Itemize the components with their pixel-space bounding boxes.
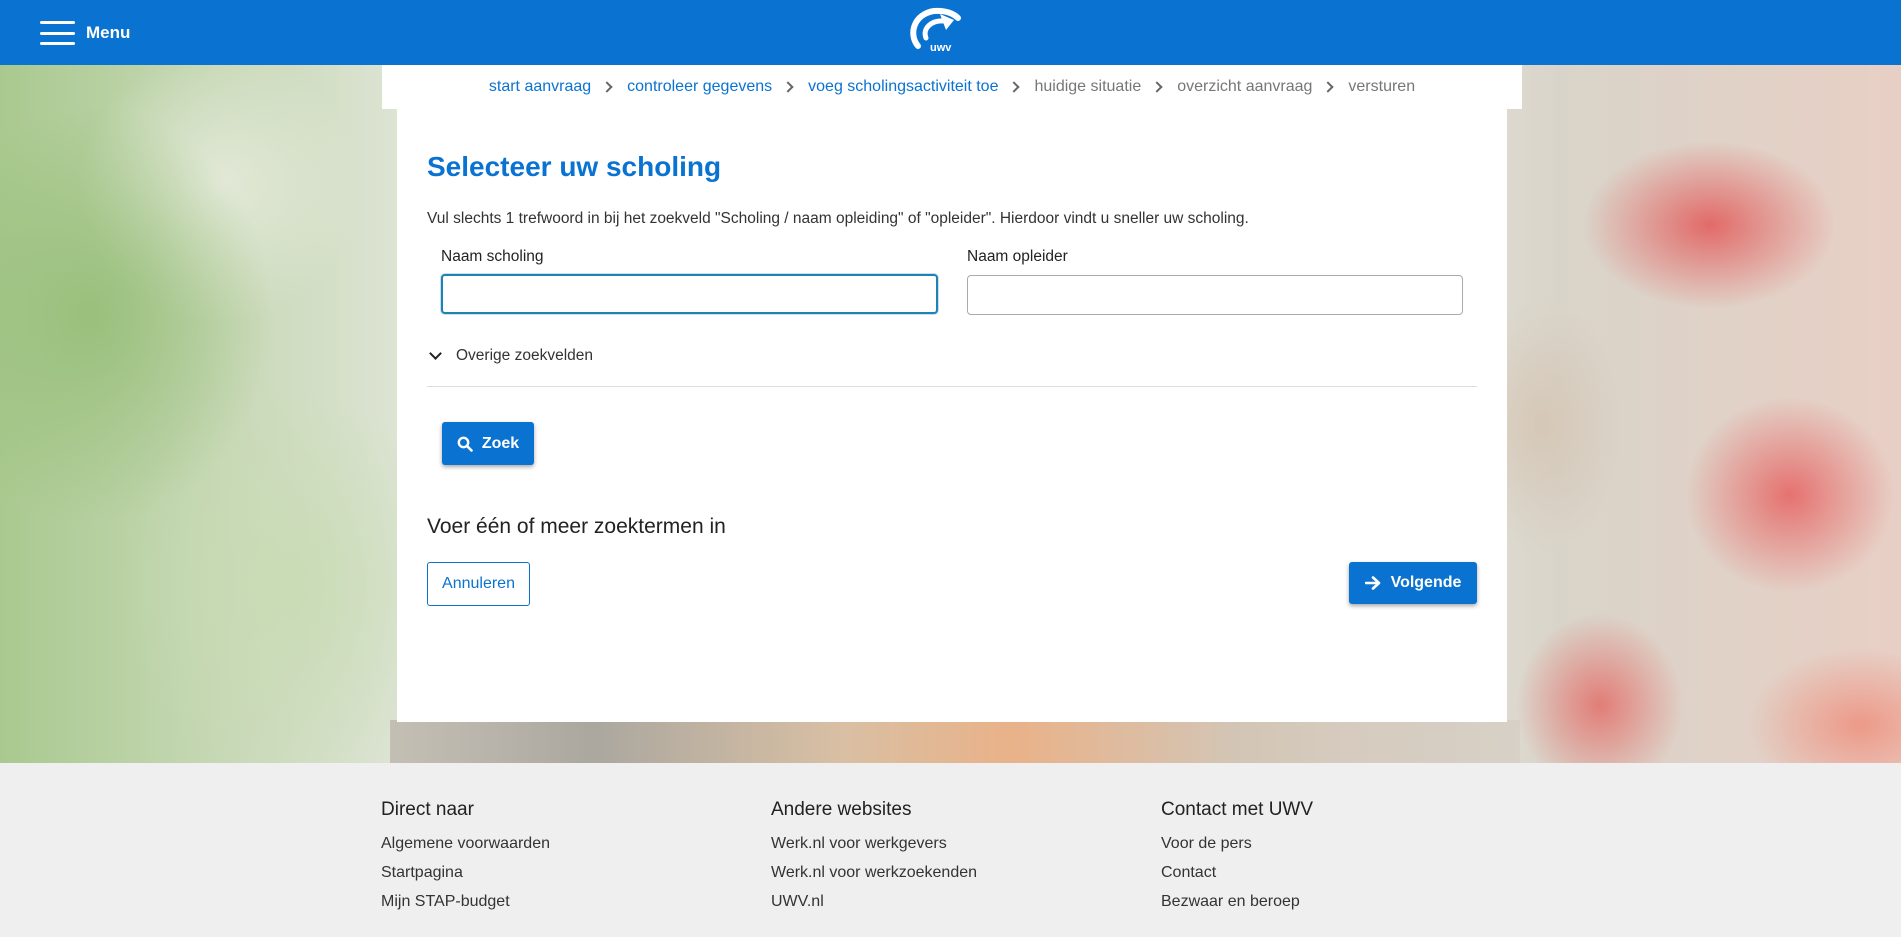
chevron-right-icon	[1322, 81, 1335, 93]
naam-opleider-label: Naam opleider	[967, 248, 1068, 265]
breadcrumb-step[interactable]: start aanvraag	[489, 78, 627, 96]
chevron-down-icon	[429, 347, 442, 360]
cancel-button-label: Annuleren	[442, 575, 515, 592]
search-form-card: Selecteer uw scholing Vul slechts 1 tref…	[397, 109, 1507, 722]
breadcrumb-step-label[interactable]: controleer gegevens	[627, 78, 772, 96]
breadcrumb-step: versturen	[1348, 78, 1415, 96]
naam-scholing-label: Naam scholing	[441, 248, 544, 265]
breadcrumb-step[interactable]: voeg scholingsactiviteit toe	[808, 78, 1034, 96]
breadcrumb-step-label: versturen	[1348, 78, 1416, 95]
cancel-button[interactable]: Annuleren	[427, 562, 530, 606]
divider	[427, 386, 1477, 387]
footer-link[interactable]: Mijn STAP-budget	[381, 893, 550, 911]
menu-label: Menu	[86, 23, 131, 42]
breadcrumb: start aanvraag controleer gegevens voeg …	[382, 65, 1522, 109]
page-title: Selecteer uw scholing	[427, 151, 722, 182]
results-heading: Voer één of meer zoektermen in	[427, 515, 726, 538]
footer-link[interactable]: UWV.nl	[771, 893, 977, 911]
breadcrumb-step-label: overzicht aanvraag	[1177, 78, 1313, 95]
next-button-label: Volgende	[1390, 574, 1462, 591]
footer-link[interactable]: Contact	[1161, 864, 1313, 882]
top-navigation-bar: Menu uwv	[0, 0, 1901, 65]
breadcrumb-step-label[interactable]: start aanvraag	[489, 78, 591, 96]
logo-text: uwv	[930, 42, 952, 54]
overige-zoekvelden-toggle[interactable]: Overige zoekvelden	[427, 347, 593, 365]
uwv-logo[interactable]: uwv	[904, 6, 964, 58]
breadcrumb-step-label[interactable]: voeg scholingsactiviteit toe	[808, 78, 998, 96]
footer-link[interactable]: Bezwaar en beroep	[1161, 893, 1313, 911]
intro-text: Vul slechts 1 trefwoord in bij het zoekv…	[427, 210, 1249, 227]
overige-zoekvelden-label: Overige zoekvelden	[456, 347, 593, 364]
footer-link[interactable]: Startpagina	[381, 864, 550, 882]
chevron-right-icon	[601, 81, 613, 93]
footer-column-title: Direct naar	[381, 799, 474, 820]
footer: Direct naar Algemene voorwaarden Startpa…	[0, 763, 1901, 937]
footer-column-direct-naar: Direct naar Algemene voorwaarden Startpa…	[381, 799, 550, 922]
footer-link[interactable]: Werk.nl voor werkzoekenden	[771, 864, 977, 882]
search-button-label: Zoek	[481, 434, 520, 452]
arrow-right-icon	[1364, 576, 1380, 590]
chevron-right-icon	[1151, 81, 1163, 93]
next-button[interactable]: Volgende	[1349, 562, 1477, 604]
breadcrumb-step: overzicht aanvraag	[1177, 78, 1348, 96]
search-icon	[457, 436, 473, 452]
footer-link[interactable]: Voor de pers	[1161, 835, 1313, 853]
naam-scholing-input[interactable]	[441, 274, 938, 314]
footer-column-andere-websites: Andere websites Werk.nl voor werkgevers …	[771, 799, 977, 922]
breadcrumb-step: huidige situatie	[1034, 78, 1177, 96]
search-button[interactable]: Zoek	[442, 422, 534, 465]
footer-column-contact: Contact met UWV Voor de pers Contact Bez…	[1161, 799, 1313, 922]
chevron-right-icon	[1008, 81, 1021, 93]
footer-column-title: Andere websites	[771, 799, 912, 820]
hamburger-icon	[40, 21, 75, 45]
breadcrumb-step[interactable]: controleer gegevens	[627, 78, 808, 96]
menu-button[interactable]: Menu	[40, 20, 130, 46]
chevron-right-icon	[782, 81, 794, 93]
footer-link[interactable]: Algemene voorwaarden	[381, 835, 550, 853]
footer-link[interactable]: Werk.nl voor werkgevers	[771, 835, 977, 853]
naam-opleider-input[interactable]	[967, 275, 1463, 315]
breadcrumb-step-label: huidige situatie	[1034, 78, 1142, 95]
footer-column-title: Contact met UWV	[1161, 799, 1314, 820]
